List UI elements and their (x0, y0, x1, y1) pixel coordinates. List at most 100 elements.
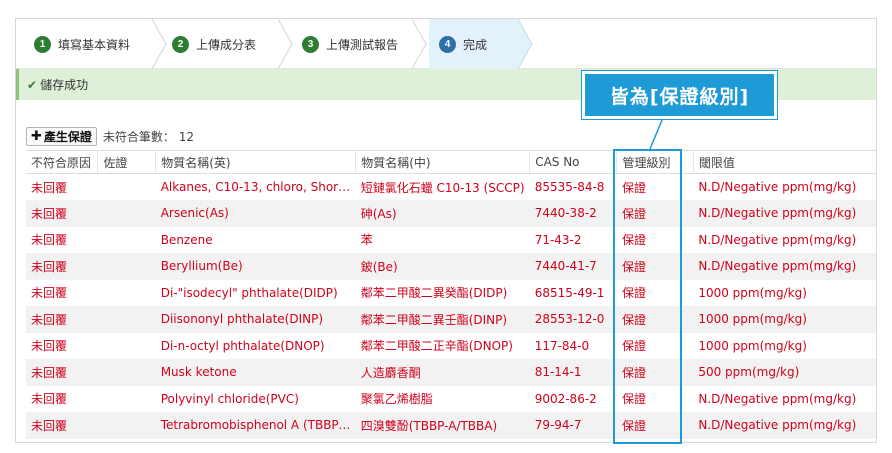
cas-cell: 71-43-2 (534, 232, 582, 247)
step-label: 完成 (463, 37, 488, 52)
level-cell: 保證 (616, 306, 694, 333)
table-row[interactable]: 未回覆 Di-n-octyl phthalate(DNOP) 鄰苯二甲酸二正辛酯(D… (26, 333, 876, 360)
step-number: 3 (302, 35, 319, 53)
step-label: 填寫基本資料 (58, 37, 131, 52)
col-cas[interactable]: CAS No (529, 150, 618, 174)
annotation-callout: 皆為[保證級別] (582, 71, 777, 119)
step-upload-report[interactable]: 3 上傳測試報告 (302, 19, 417, 69)
name-zh-cell: 人造麝香酮 (355, 359, 530, 386)
table-row[interactable]: 未回覆 Alkanes, C10-13, chloro, Short ... 短鏈氯… (26, 174, 876, 201)
col-name-zh[interactable]: 物質名稱(中) (355, 150, 531, 174)
evidence-cell (98, 280, 156, 307)
threshold-cell: N.D/Negative ppm(mg/kg) (693, 412, 876, 439)
name-en-cell: Beryllium(Be) (155, 253, 356, 280)
cas-cell: 81-14-1 (529, 359, 617, 386)
threshold-cell: 1000 ppm(mg/kg) (698, 338, 807, 353)
level-cell: 保證 (616, 412, 694, 439)
name-en-cell: Polyvinyl chloride(PVC) (160, 391, 299, 406)
name-zh-cell: 鄰苯二甲酸二異癸酯(DIDP) (360, 286, 508, 301)
name-en-cell: Di-n-octyl phthalate(DNOP) (160, 338, 325, 353)
level-cell: 保證 (621, 339, 646, 354)
cas-cell: 7440-38-2 (529, 200, 617, 227)
level-cell: 保證 (616, 253, 694, 280)
button-label: 產生保證 (43, 129, 92, 144)
evidence-cell (98, 386, 156, 413)
level-cell: 保證 (616, 200, 694, 227)
level-cell: 保證 (621, 392, 646, 407)
name-zh-cell: 鈹(Be) (355, 253, 530, 280)
evidence-cell (98, 174, 156, 201)
reason-cell: 未回覆 (26, 306, 98, 333)
reason-cell: 未回覆 (31, 392, 68, 407)
count-value: 12 (178, 129, 195, 144)
cas-cell: 85535-84-8 (534, 180, 605, 194)
step-label: 上傳測試報告 (326, 37, 399, 52)
table-row[interactable]: 未回覆 Tetrabromobisphenol A (TBBP-A) 四溴雙酚(TB… (26, 412, 876, 439)
name-zh-cell: 鄰苯二甲酸二異壬酯(DINP) (355, 306, 530, 333)
reason-cell: 未回覆 (31, 233, 68, 248)
name-en-cell: Di-"isodecyl" phthalate(DIDP) (160, 285, 338, 300)
wizard-steps: 1 填寫基本資料 2 上傳成分表 3 上傳測試報告 4 完成 (16, 19, 876, 69)
table-row[interactable]: 未回覆 Diisononyl phthalate(DINP) 鄰苯二甲酸二異壬酯(D… (26, 306, 876, 333)
chevron-right-icon (516, 19, 536, 69)
table-row[interactable]: 未回覆 Polyvinyl chloride(PVC) 聚氯乙烯樹脂 9002-86-… (26, 386, 876, 413)
col-name-en[interactable]: 物質名稱(英) (155, 150, 357, 174)
level-cell: 保證 (621, 286, 646, 301)
chevron-right-icon (150, 19, 170, 69)
generate-guarantee-button[interactable]: ✚ 產生保證 (26, 126, 97, 146)
table-row[interactable]: 未回覆 Musk ketone 人造麝香酮 81-14-1 保證 500 ppm(mg/k… (26, 359, 876, 386)
cas-cell: 117-84-0 (534, 338, 590, 353)
col-evidence[interactable]: 佐證 (97, 150, 157, 174)
unmatched-count: 未符合筆數： 12 (103, 128, 194, 145)
name-en-cell: Musk ketone (155, 359, 356, 386)
reason-cell: 未回覆 (26, 359, 98, 386)
table-row[interactable]: 未回覆 Arsenic(As) 砷(As) 7440-38-2 保證 N.D/Negati… (26, 200, 876, 227)
name-zh-cell: 苯 (360, 233, 373, 248)
reason-cell: 未回覆 (31, 286, 68, 301)
step-number: 4 (439, 35, 456, 53)
check-icon: ✔ (27, 77, 38, 92)
name-zh-cell: 短鏈氯化石蠟 C10-13 (SCCP) (360, 180, 525, 195)
threshold-cell: 1000 ppm(mg/kg) (693, 306, 876, 333)
name-zh-cell: 聚氯乙烯樹脂 (360, 392, 433, 407)
col-threshold[interactable]: 閾限值 (693, 150, 876, 174)
evidence-cell (98, 333, 156, 360)
threshold-cell: N.D/Negative ppm(mg/kg) (693, 200, 876, 227)
name-zh-cell: 砷(As) (355, 200, 530, 227)
level-cell: 保證 (616, 359, 694, 386)
table-row[interactable]: 未回覆 Beryllium(Be) 鈹(Be) 7440-41-7 保證 N.D/Nega… (26, 253, 876, 280)
evidence-cell (97, 412, 156, 439)
step-basic-info[interactable]: 1 填寫基本資料 (30, 19, 160, 69)
name-zh-cell: 鄰苯二甲酸二正辛酯(DNOP) (360, 339, 513, 354)
reason-cell: 未回覆 (26, 253, 98, 280)
table-row[interactable]: 未回覆 Benzene 苯 71-43-2 保證 N.D/Negative ppm(mg/… (26, 227, 876, 254)
toolbar: ✚ 產生保證 未符合筆數： 12 (26, 126, 194, 146)
reason-cell: 未回覆 (31, 339, 68, 354)
success-message: 儲存成功 (40, 78, 89, 92)
cas-cell: 79-94-7 (529, 412, 617, 439)
step-complete[interactable]: 4 完成 (429, 19, 517, 69)
name-en-cell: Benzene (160, 232, 213, 247)
level-cell: 保證 (621, 233, 646, 248)
evidence-cell (98, 227, 156, 254)
evidence-cell (97, 359, 156, 386)
count-label: 未符合筆數： (102, 129, 175, 144)
col-reason[interactable]: 不符合原因 (26, 150, 99, 174)
reason-cell: 未回覆 (26, 412, 98, 439)
name-en-cell: Arsenic(As) (155, 200, 356, 227)
col-level[interactable]: 管理級別 (616, 150, 694, 174)
plus-icon: ✚ (31, 128, 42, 144)
cas-cell: 68515-49-1 (534, 285, 605, 300)
evidence-cell (97, 200, 156, 227)
table-row[interactable]: 未回覆 Di-"isodecyl" phthalate(DIDP) 鄰苯二甲酸二異癸… (26, 280, 876, 307)
threshold-cell: 1000 ppm(mg/kg) (698, 285, 807, 300)
chevron-right-icon (410, 19, 430, 69)
reason-cell: 未回覆 (31, 180, 68, 195)
reason-cell: 未回覆 (26, 200, 98, 227)
step-upload-composition[interactable]: 2 上傳成分表 (172, 19, 287, 69)
table-body: 未回覆 Alkanes, C10-13, chloro, Short ... 短鏈氯… (26, 174, 876, 439)
name-en-cell: Diisononyl phthalate(DINP) (155, 306, 356, 333)
cas-cell: 28553-12-0 (529, 306, 617, 333)
cas-cell: 9002-86-2 (534, 391, 597, 406)
name-zh-cell: 四溴雙酚(TBBP-A/TBBA) (355, 412, 530, 439)
